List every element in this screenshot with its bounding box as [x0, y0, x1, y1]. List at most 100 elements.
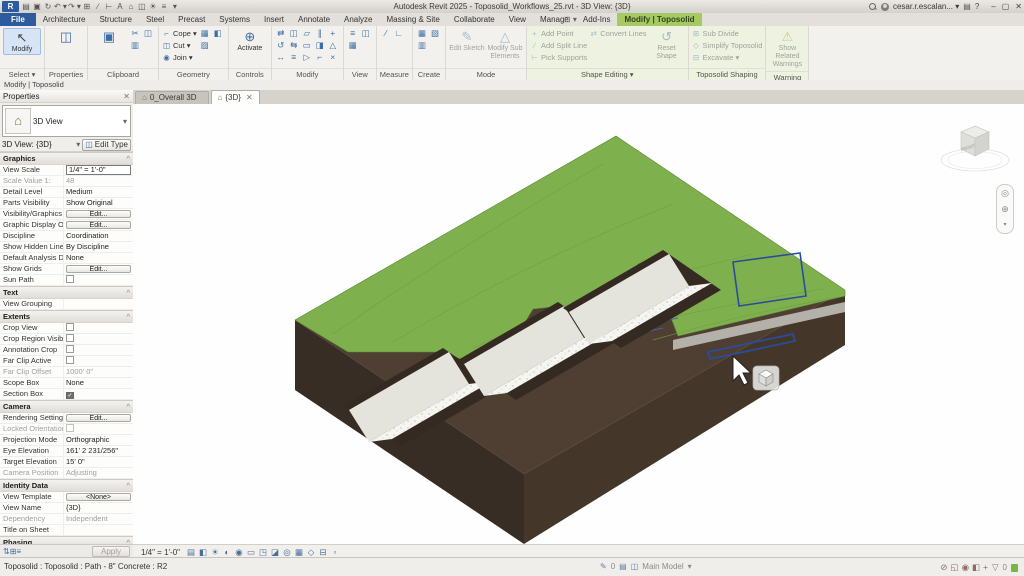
cut-geometry-button[interactable]: ◫Cut ▾ — [162, 40, 197, 52]
modify-tool-button[interactable]: ↖ Modify — [3, 28, 41, 55]
ribbon-tab[interactable]: Add-Ins — [576, 13, 618, 26]
edit-sketch-button[interactable]: ✎ Edit Sketch — [449, 28, 485, 53]
property-value[interactable] — [64, 299, 133, 309]
property-value[interactable]: Orthographic — [64, 435, 133, 445]
ribbon-tab[interactable]: Massing & Site — [379, 13, 446, 26]
property-row[interactable]: Scale Value 1: 48 — [0, 176, 133, 187]
property-row[interactable]: Section Box — [0, 389, 133, 400]
edit-type-button[interactable]: ◫ Edit Type — [82, 139, 131, 151]
property-row[interactable]: View Template <None> — [0, 492, 133, 503]
property-value[interactable]: <None> — [66, 493, 131, 501]
restore-button[interactable]: ▢ — [1002, 2, 1010, 11]
excavate-button[interactable]: ⊟Excavate ▾ — [692, 52, 763, 64]
dimension-icon[interactable]: ∟ — [393, 28, 405, 39]
property-value[interactable]: Edit... — [66, 210, 131, 218]
panel-label-select[interactable]: Select ▾ — [0, 68, 44, 80]
pick-supports-button[interactable]: ⊢Pick Supports — [530, 52, 587, 64]
search-icon[interactable] — [869, 3, 877, 11]
displaced-elements-icon[interactable]: ◇ — [305, 547, 317, 558]
3d-view-canvas[interactable]: FRONT — [133, 104, 1024, 544]
property-value[interactable]: 48 — [64, 176, 133, 186]
property-row[interactable]: Show Grids Edit... — [0, 264, 133, 275]
section-header[interactable]: Phasing ^ — [0, 536, 133, 544]
property-value[interactable]: By Discipline — [64, 242, 133, 252]
property-row[interactable]: Title on Sheet — [0, 525, 133, 536]
reveal-constraints-icon[interactable]: ⊟ — [317, 547, 329, 558]
collapse-icon[interactable]: ^ — [126, 401, 130, 412]
property-value[interactable] — [64, 424, 133, 434]
property-row[interactable]: Crop View — [0, 323, 133, 334]
section-header[interactable]: Text ^ — [0, 286, 133, 299]
property-value[interactable] — [64, 356, 133, 366]
ribbon-tab[interactable]: Systems — [212, 13, 257, 26]
navigation-bar[interactable]: ◎ ⊕ ▾ — [996, 184, 1014, 234]
collapse-icon[interactable]: ^ — [126, 537, 130, 544]
minimize-button[interactable]: – — [991, 2, 995, 11]
panel-label-controls[interactable]: Controls — [229, 68, 271, 80]
property-row[interactable]: Scope Box None — [0, 378, 133, 389]
temporary-hide-isolate-icon[interactable]: ◪ — [269, 547, 281, 558]
copy-icon[interactable]: ◫ — [142, 28, 154, 39]
pin-icon[interactable]: ≡ — [288, 52, 300, 63]
property-row[interactable]: Show Hidden Lines By Discipline — [0, 242, 133, 253]
property-value[interactable]: Edit... — [66, 221, 131, 229]
property-value[interactable] — [64, 275, 133, 285]
default-3d-view-icon[interactable]: ⌂ — [126, 1, 136, 12]
property-row[interactable]: View Name {3D} — [0, 503, 133, 514]
select-by-face-icon[interactable]: ◧ — [972, 562, 980, 573]
rendering-icon[interactable]: ◉ — [233, 547, 245, 558]
type-selector[interactable]: ⌂ 3D View ▾ — [2, 105, 131, 137]
property-value[interactable]: Coordination — [64, 231, 133, 241]
panel-label-toposolid-shaping[interactable]: Toposolid Shaping — [689, 68, 766, 80]
property-value[interactable]: Medium — [64, 187, 133, 197]
property-value[interactable]: Adjusting — [64, 468, 133, 478]
collapse-icon[interactable]: ^ — [126, 311, 130, 322]
property-value[interactable]: Show Original — [64, 198, 133, 208]
view-cube[interactable]: FRONT — [941, 126, 1009, 171]
mirror-icon[interactable]: ▱ — [301, 28, 313, 39]
drag-on-selection-icon[interactable]: + — [983, 562, 988, 573]
align-icon[interactable]: ⇄ — [275, 28, 287, 39]
property-row[interactable]: Far Clip Offset 1000' 0" — [0, 367, 133, 378]
sort-ascending-icon[interactable]: ⇅ — [3, 547, 10, 556]
ribbon-tab[interactable]: Steel — [139, 13, 171, 26]
property-row[interactable]: Discipline Coordination — [0, 231, 133, 242]
restore-order-icon[interactable]: ≡ — [16, 547, 21, 556]
property-row[interactable]: Sun Path — [0, 275, 133, 286]
open-icon[interactable]: ▤ — [21, 1, 31, 12]
property-value[interactable] — [64, 525, 133, 535]
collapse-icon[interactable]: ^ — [126, 287, 130, 298]
create-assembly-icon[interactable]: ▥ — [416, 40, 428, 51]
panel-label-measure[interactable]: Measure — [377, 68, 412, 80]
property-row[interactable]: View Grouping — [0, 299, 133, 310]
show-related-warnings-button[interactable]: ⚠ Show Related Warnings — [769, 28, 805, 69]
navbar-dropdown-icon[interactable]: ▾ — [1003, 221, 1006, 230]
view-tab[interactable]: ⌂ 0_Overall 3D — [135, 91, 209, 104]
ribbon-tab[interactable]: Modify | Toposolid — [617, 13, 701, 26]
panel-label-geometry[interactable]: Geometry — [159, 68, 228, 80]
worksets-icon[interactable]: ▤ — [619, 562, 627, 571]
property-value[interactable]: None — [64, 253, 133, 263]
editing-requests-icon[interactable]: ✎ — [600, 562, 607, 571]
panel-label-clipboard[interactable]: Clipboard — [88, 68, 158, 80]
scale-icon[interactable]: △ — [327, 40, 339, 51]
split-icon[interactable]: ∥ — [314, 28, 326, 39]
section-header[interactable]: Identity Data ^ — [0, 479, 133, 492]
cut-icon[interactable]: ✂ — [129, 28, 141, 39]
delete-icon[interactable]: × — [327, 52, 339, 63]
property-row[interactable]: Camera Position Adjusting — [0, 468, 133, 479]
crop-view-icon[interactable]: ▭ — [245, 547, 257, 558]
move-icon[interactable]: + — [327, 28, 339, 39]
copy-icon[interactable]: ⇆ — [288, 40, 300, 51]
modify-sub-elements-button[interactable]: △ Modify Sub Elements — [487, 28, 523, 61]
ribbon-display-toggle-icon[interactable]: ⊡ ▾ — [560, 13, 581, 26]
property-value[interactable]: None — [64, 378, 133, 388]
measure-icon[interactable]: ∕ — [93, 1, 103, 12]
property-row[interactable]: Locked Orientation — [0, 424, 133, 435]
add-point-button[interactable]: +Add Point — [530, 28, 587, 40]
ribbon-tab[interactable]: Structure — [92, 13, 138, 26]
simplify-toposolid-button[interactable]: ◇Simplify Toposolid — [692, 40, 763, 52]
measure-between-icon[interactable]: ∕ — [380, 28, 392, 39]
detail-level-icon[interactable]: ▤ — [185, 547, 197, 558]
section-header[interactable]: Graphics ^ — [0, 152, 133, 165]
